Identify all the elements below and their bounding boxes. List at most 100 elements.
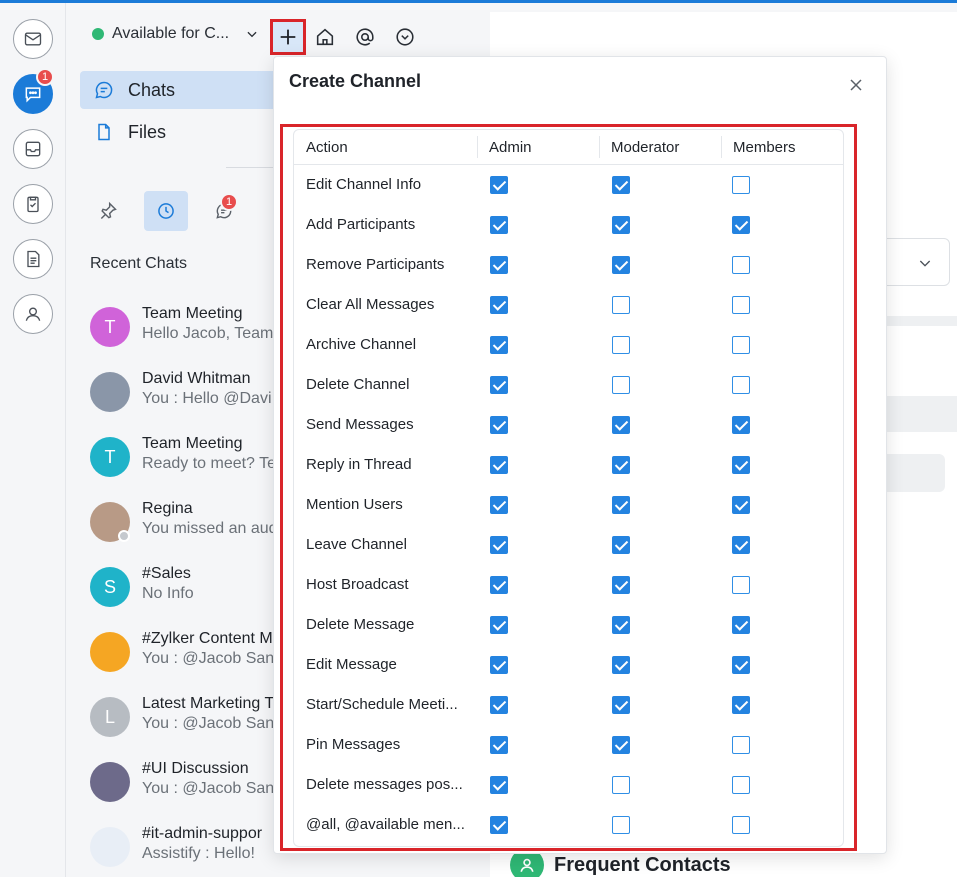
tasks-rail-button[interactable]	[13, 184, 53, 224]
admin-checkbox[interactable]	[490, 816, 508, 834]
inbox-rail-button[interactable]	[13, 129, 53, 169]
moderator-checkbox[interactable]	[612, 816, 630, 834]
file-icon	[98, 123, 110, 141]
permission-action-label: Remove Participants	[306, 256, 445, 273]
permission-row: Clear All Messages	[294, 285, 843, 325]
permission-action-label: Leave Channel	[306, 536, 407, 553]
admin-checkbox[interactable]	[490, 496, 508, 514]
home-icon	[316, 28, 334, 46]
inbox-icon	[25, 141, 41, 157]
members-checkbox[interactable]	[732, 256, 750, 274]
nav-files[interactable]: Files	[80, 113, 290, 151]
moderator-checkbox[interactable]	[612, 376, 630, 394]
admin-checkbox[interactable]	[490, 336, 508, 354]
admin-checkbox[interactable]	[490, 536, 508, 554]
moderator-checkbox[interactable]	[612, 416, 630, 434]
avatar: L	[90, 697, 130, 737]
contacts-rail-button[interactable]	[13, 294, 53, 334]
members-checkbox[interactable]	[732, 816, 750, 834]
moderator-checkbox[interactable]	[612, 576, 630, 594]
moderator-checkbox[interactable]	[612, 176, 630, 194]
admin-checkbox[interactable]	[490, 696, 508, 714]
admin-checkbox[interactable]	[490, 296, 508, 314]
permission-action-label: Delete messages pos...	[306, 776, 463, 793]
moderator-checkbox[interactable]	[612, 456, 630, 474]
chat-list-item[interactable]: #it-admin-suppor Assistify : Hello!	[90, 825, 280, 877]
members-checkbox[interactable]	[732, 576, 750, 594]
chat-list-item[interactable]: Regina You missed an aud	[90, 500, 280, 558]
members-checkbox[interactable]	[732, 336, 750, 354]
column-separator	[721, 136, 722, 158]
chat-list-item[interactable]: L Latest Marketing T You : @Jacob San	[90, 695, 280, 753]
permission-row: Delete Message	[294, 605, 843, 645]
status-selector[interactable]: Available for C...	[92, 25, 259, 43]
chat-list-item[interactable]: T Team Meeting Hello Jacob, Team	[90, 305, 280, 363]
notes-rail-button[interactable]	[13, 239, 53, 279]
moderator-checkbox[interactable]	[612, 296, 630, 314]
moderator-checkbox[interactable]	[612, 536, 630, 554]
permission-row: Edit Channel Info	[294, 165, 843, 205]
admin-checkbox[interactable]	[490, 216, 508, 234]
chat-name: Team Meeting	[142, 435, 243, 452]
moderator-checkbox[interactable]	[612, 776, 630, 794]
chevron-circle-down-icon	[396, 28, 414, 46]
members-checkbox[interactable]	[732, 376, 750, 394]
members-checkbox[interactable]	[732, 696, 750, 714]
admin-checkbox[interactable]	[490, 576, 508, 594]
moderator-checkbox[interactable]	[612, 736, 630, 754]
status-dot	[92, 28, 104, 40]
admin-checkbox[interactable]	[490, 256, 508, 274]
admin-checkbox[interactable]	[490, 616, 508, 634]
admin-checkbox[interactable]	[490, 176, 508, 194]
permission-row: Delete messages pos...	[294, 765, 843, 805]
members-checkbox[interactable]	[732, 216, 750, 234]
admin-checkbox[interactable]	[490, 416, 508, 434]
members-checkbox[interactable]	[732, 776, 750, 794]
admin-checkbox[interactable]	[490, 376, 508, 394]
permission-row: Start/Schedule Meeti...	[294, 685, 843, 725]
members-checkbox[interactable]	[732, 656, 750, 674]
admin-checkbox[interactable]	[490, 456, 508, 474]
admin-checkbox[interactable]	[490, 656, 508, 674]
members-checkbox[interactable]	[732, 536, 750, 554]
close-icon[interactable]	[846, 75, 866, 95]
mail-rail-button[interactable]	[13, 19, 53, 59]
moderator-checkbox[interactable]	[612, 496, 630, 514]
chat-list-item[interactable]: #UI Discussion You : @Jacob San	[90, 760, 280, 818]
members-checkbox[interactable]	[732, 176, 750, 194]
members-checkbox[interactable]	[732, 416, 750, 434]
nav-chats[interactable]: Chats	[80, 71, 290, 109]
members-checkbox[interactable]	[732, 296, 750, 314]
moderator-checkbox[interactable]	[612, 656, 630, 674]
pinned-tab[interactable]	[86, 191, 130, 231]
chat-preview: You : @Jacob San	[142, 780, 275, 797]
moderator-checkbox[interactable]	[612, 336, 630, 354]
members-checkbox[interactable]	[732, 456, 750, 474]
moderator-checkbox[interactable]	[612, 216, 630, 234]
home-button[interactable]	[307, 19, 343, 55]
chat-preview: Ready to meet? Te	[142, 455, 277, 472]
avatar	[90, 762, 130, 802]
create-button[interactable]	[270, 19, 306, 55]
moderator-checkbox[interactable]	[612, 256, 630, 274]
moderator-checkbox[interactable]	[612, 616, 630, 634]
chat-name: #Zylker Content M	[142, 630, 273, 647]
chat-list-item[interactable]: T Team Meeting Ready to meet? Te	[90, 435, 280, 493]
chat-list-item[interactable]: #Zylker Content M You : @Jacob San	[90, 630, 280, 688]
admin-checkbox[interactable]	[490, 776, 508, 794]
permission-row: Archive Channel	[294, 325, 843, 365]
recent-tab[interactable]	[144, 191, 188, 231]
chat-list-item[interactable]: David Whitman You : Hello @Davi	[90, 370, 280, 428]
members-checkbox[interactable]	[732, 736, 750, 754]
chat-list-item[interactable]: S #Sales No Info	[90, 565, 280, 623]
mentions-button[interactable]	[347, 19, 383, 55]
admin-checkbox[interactable]	[490, 736, 508, 754]
more-options-button[interactable]	[387, 19, 423, 55]
chevron-down-icon	[247, 31, 257, 38]
members-checkbox[interactable]	[732, 496, 750, 514]
permission-action-label: Pin Messages	[306, 736, 401, 753]
permission-action-label: Add Participants	[306, 216, 416, 233]
moderator-checkbox[interactable]	[612, 696, 630, 714]
members-checkbox[interactable]	[732, 616, 750, 634]
permission-action-label: Host Broadcast	[306, 576, 409, 593]
